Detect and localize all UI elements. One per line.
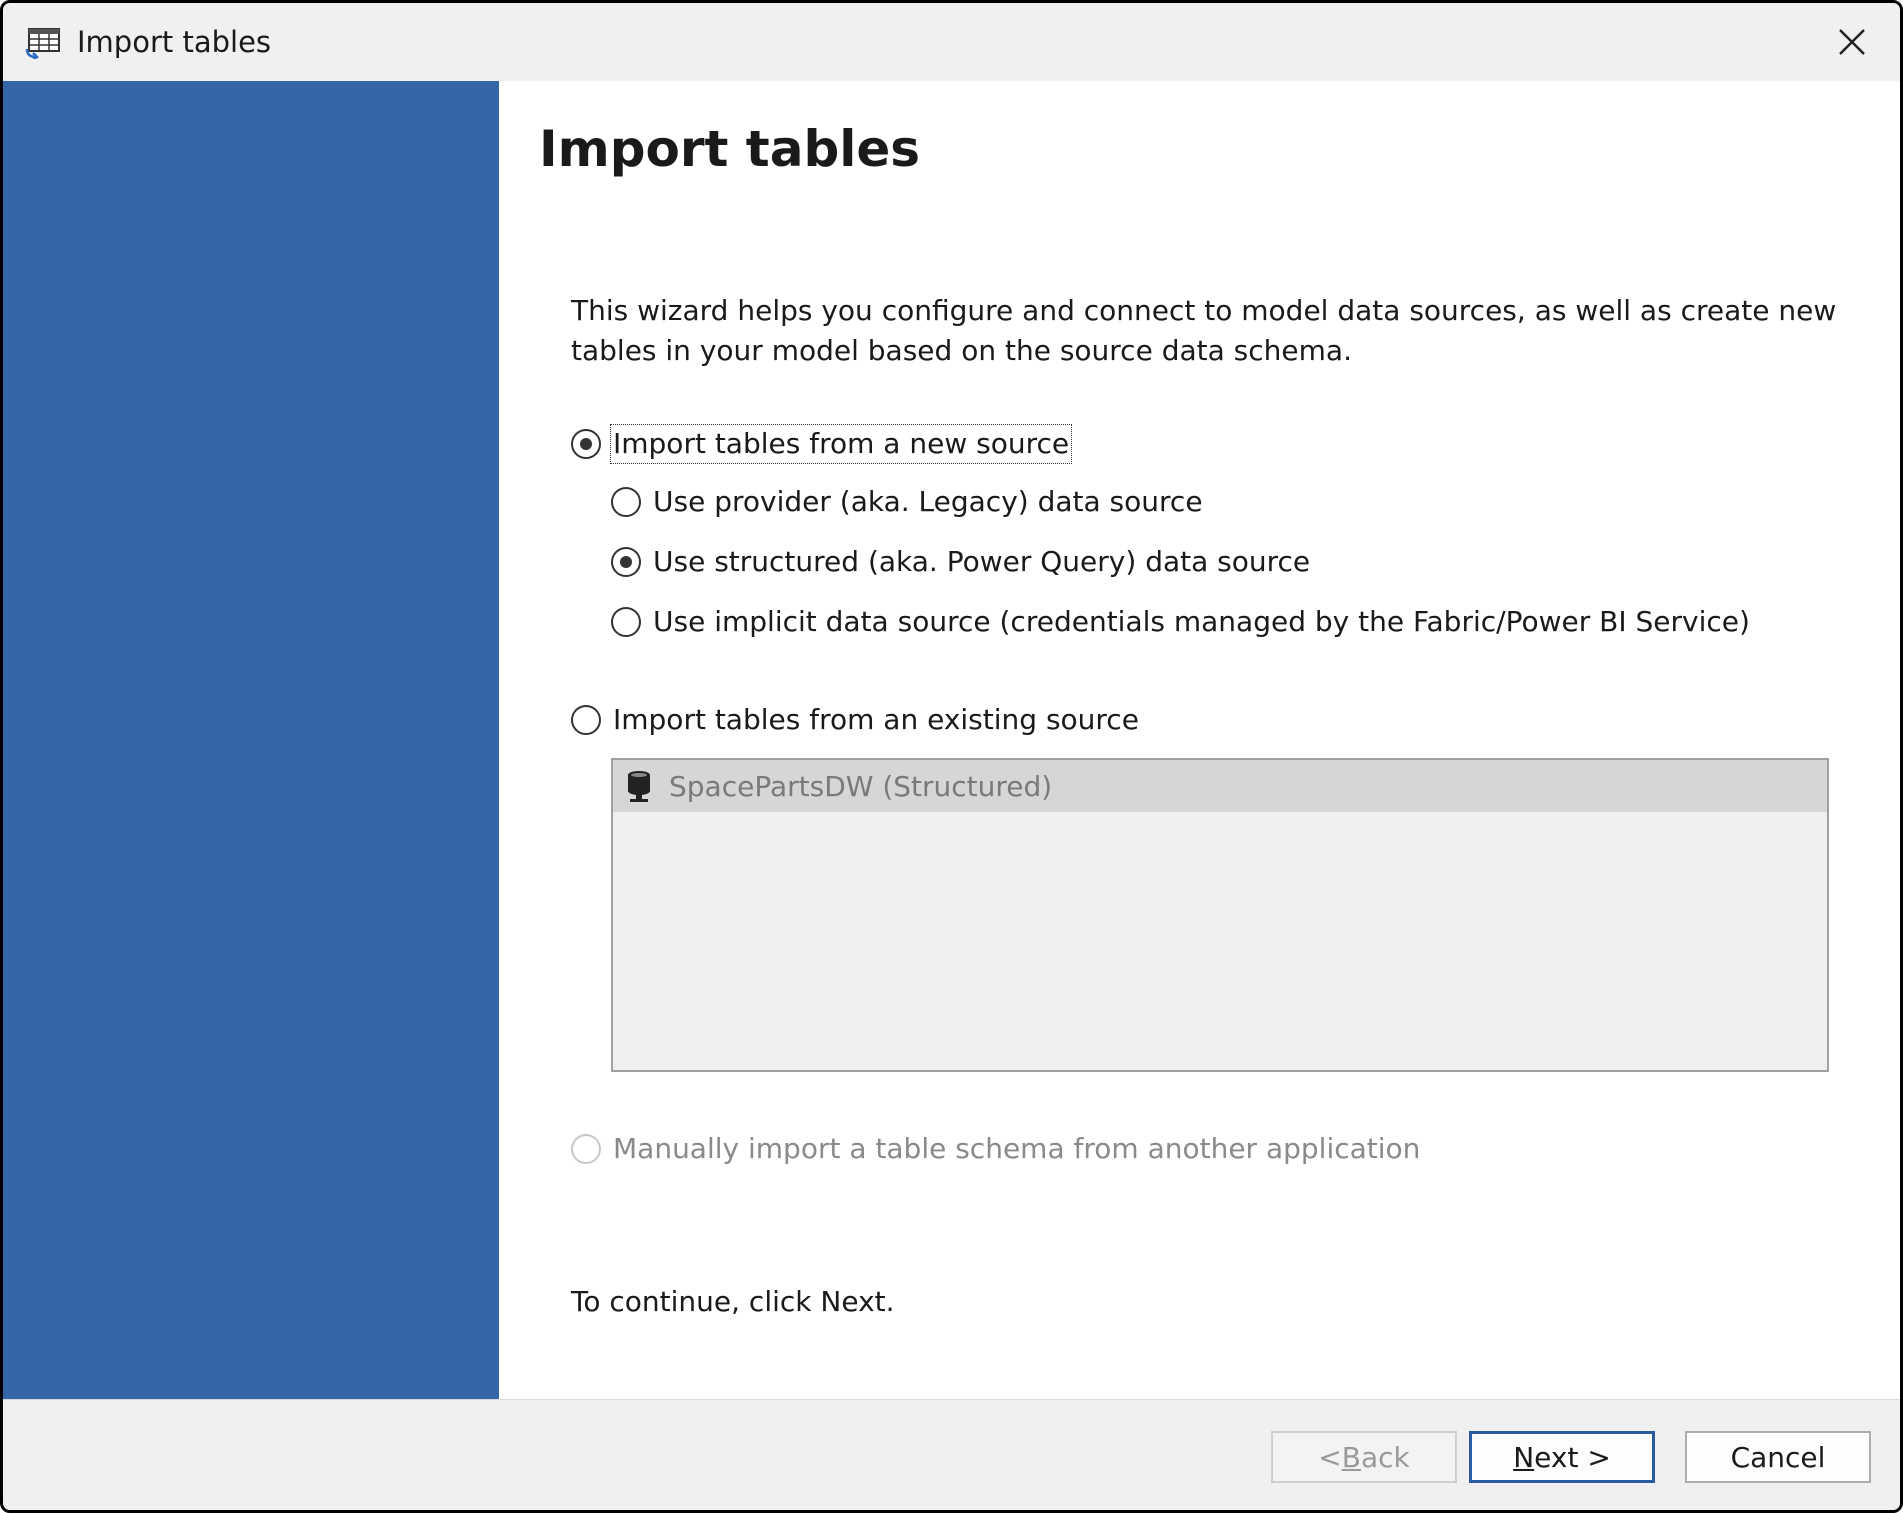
page-title: Import tables	[539, 120, 921, 178]
table-import-icon	[25, 28, 60, 59]
option-implicit[interactable]: Use implicit data source (credentials ma…	[611, 603, 1750, 641]
option-manual: Manually import a table schema from anot…	[571, 1130, 1420, 1168]
back-button-prefix: <	[1318, 1440, 1342, 1474]
intro-text: This wizard helps you configure and conn…	[571, 294, 1837, 367]
window-title: Import tables	[77, 25, 272, 59]
next-button-rest: ext >	[1534, 1440, 1611, 1474]
next-button-accesskey: N	[1513, 1440, 1535, 1474]
close-button[interactable]	[1824, 17, 1880, 67]
radio-existing-source[interactable]	[571, 705, 601, 735]
title-bar: Import tables	[3, 3, 1900, 81]
option-structured[interactable]: Use structured (aka. Power Query) data s…	[611, 543, 1310, 581]
button-bar: < Back Next > Cancel	[3, 1399, 1900, 1510]
back-button-rest: ack	[1360, 1440, 1410, 1474]
option-structured-label: Use structured (aka. Power Query) data s…	[653, 545, 1311, 578]
wizard-content: Import tables This wizard helps you conf…	[499, 81, 1900, 1399]
radio-new-source[interactable]	[571, 429, 601, 459]
close-icon	[1839, 29, 1865, 55]
cancel-button[interactable]: Cancel	[1685, 1431, 1871, 1483]
next-button[interactable]: Next >	[1469, 1431, 1655, 1483]
option-new-source[interactable]: Import tables from a new source	[571, 424, 1073, 464]
database-icon	[628, 771, 650, 802]
radio-provider[interactable]	[611, 487, 641, 517]
import-tables-dialog: Import tables Import tables This wizard …	[0, 0, 1903, 1513]
radio-structured[interactable]	[611, 547, 641, 577]
option-existing-source[interactable]: Import tables from an existing source	[571, 701, 1139, 739]
existing-sources-list[interactable]: SpacePartsDW (Structured)	[611, 758, 1829, 1072]
option-existing-source-label: Import tables from an existing source	[613, 703, 1139, 736]
list-item-label: SpacePartsDW (Structured)	[669, 769, 1053, 803]
option-new-source-label: Import tables from a new source	[610, 424, 1073, 464]
option-manual-label: Manually import a table schema from anot…	[613, 1132, 1421, 1165]
back-button-accesskey: B	[1341, 1440, 1361, 1474]
option-implicit-label: Use implicit data source (credentials ma…	[653, 605, 1750, 638]
option-provider-label: Use provider (aka. Legacy) data source	[653, 485, 1203, 518]
option-provider[interactable]: Use provider (aka. Legacy) data source	[611, 483, 1203, 521]
radio-implicit[interactable]	[611, 607, 641, 637]
radio-manual	[571, 1134, 601, 1164]
list-item[interactable]: SpacePartsDW (Structured)	[613, 760, 1827, 812]
continue-hint: To continue, click Next.	[571, 1285, 895, 1318]
wizard-sidebar	[3, 81, 499, 1399]
back-button: < Back	[1271, 1431, 1457, 1483]
